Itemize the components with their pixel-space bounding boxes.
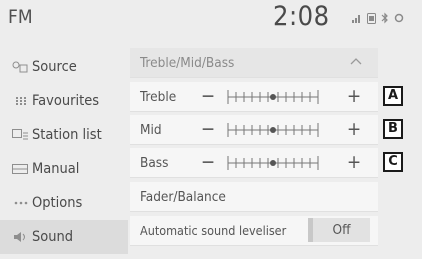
- signal-icon: [352, 13, 362, 23]
- tone-slider[interactable]: [224, 148, 322, 178]
- fader-balance-label: Fader/Balance: [140, 188, 226, 205]
- clock: 2:08: [273, 1, 330, 32]
- sidebar-item-favourites[interactable]: Favourites: [0, 84, 128, 117]
- sound-icon: [0, 232, 32, 242]
- audio-screen: FM 2:08 Source Favourites Station list M…: [0, 0, 422, 259]
- decrease-button[interactable]: −: [198, 116, 218, 142]
- tone-row-mid: Mid − +: [130, 115, 378, 145]
- toggle-value: Off: [332, 222, 351, 238]
- increase-button[interactable]: +: [344, 83, 364, 109]
- tone-label: Mid: [140, 121, 162, 138]
- tone-label: Bass: [140, 154, 169, 171]
- phone-icon: [367, 12, 376, 24]
- sidebar-item-station-list[interactable]: Station list: [0, 118, 128, 151]
- sidebar-item-manual[interactable]: Manual: [0, 152, 128, 185]
- treble-mid-bass-header[interactable]: Treble/Mid/Bass: [130, 48, 378, 78]
- screen-title: FM: [8, 6, 33, 28]
- sidebar-item-label: Manual: [32, 160, 80, 177]
- main-panel: Treble/Mid/Bass Treble − + Mid − + Bass …: [130, 48, 378, 259]
- fader-balance-row[interactable]: Fader/Balance: [130, 182, 378, 212]
- sidebar-item-label: Sound: [32, 229, 74, 245]
- options-icon: [0, 201, 32, 205]
- bluetooth-icon: [381, 12, 389, 24]
- sidebar-item-source[interactable]: Source: [0, 50, 128, 83]
- callout-a: A: [383, 86, 403, 106]
- status-icons: [352, 10, 404, 26]
- increase-button[interactable]: +: [344, 149, 364, 175]
- station-list-icon: [0, 128, 32, 141]
- sidebar-item-label: Source: [32, 58, 77, 75]
- settings-icon: [394, 13, 404, 23]
- sidebar-item-label: Favourites: [32, 92, 100, 109]
- callout-c: C: [383, 152, 403, 172]
- source-icon: [0, 61, 32, 73]
- tone-row-bass: Bass − +: [130, 148, 378, 178]
- sidebar-item-options[interactable]: Options: [0, 186, 128, 219]
- tone-slider[interactable]: [224, 115, 322, 145]
- chevron-up-icon[interactable]: [350, 54, 362, 69]
- decrease-button[interactable]: −: [198, 149, 218, 175]
- sidebar-item-sound[interactable]: Sound: [0, 220, 128, 254]
- sidebar-item-label: Options: [32, 194, 83, 211]
- sidebar: Source Favourites Station list Manual Op…: [0, 48, 128, 259]
- leveliser-toggle[interactable]: Off: [308, 218, 370, 242]
- sound-leveliser-row[interactable]: Automatic sound leveliser Off: [130, 216, 378, 246]
- callout-b: B: [383, 119, 403, 139]
- tone-label: Treble: [140, 88, 177, 105]
- manual-icon: [0, 163, 32, 174]
- decrease-button[interactable]: −: [198, 83, 218, 109]
- sound-leveliser-label: Automatic sound leveliser: [140, 223, 287, 238]
- increase-button[interactable]: +: [344, 116, 364, 142]
- status-bar: FM 2:08: [0, 0, 422, 38]
- favourites-icon: [0, 96, 32, 105]
- tone-slider[interactable]: [224, 82, 322, 112]
- sidebar-item-label: Station list: [32, 126, 102, 143]
- tone-row-treble: Treble − +: [130, 82, 378, 112]
- section-header-label: Treble/Mid/Bass: [140, 54, 235, 71]
